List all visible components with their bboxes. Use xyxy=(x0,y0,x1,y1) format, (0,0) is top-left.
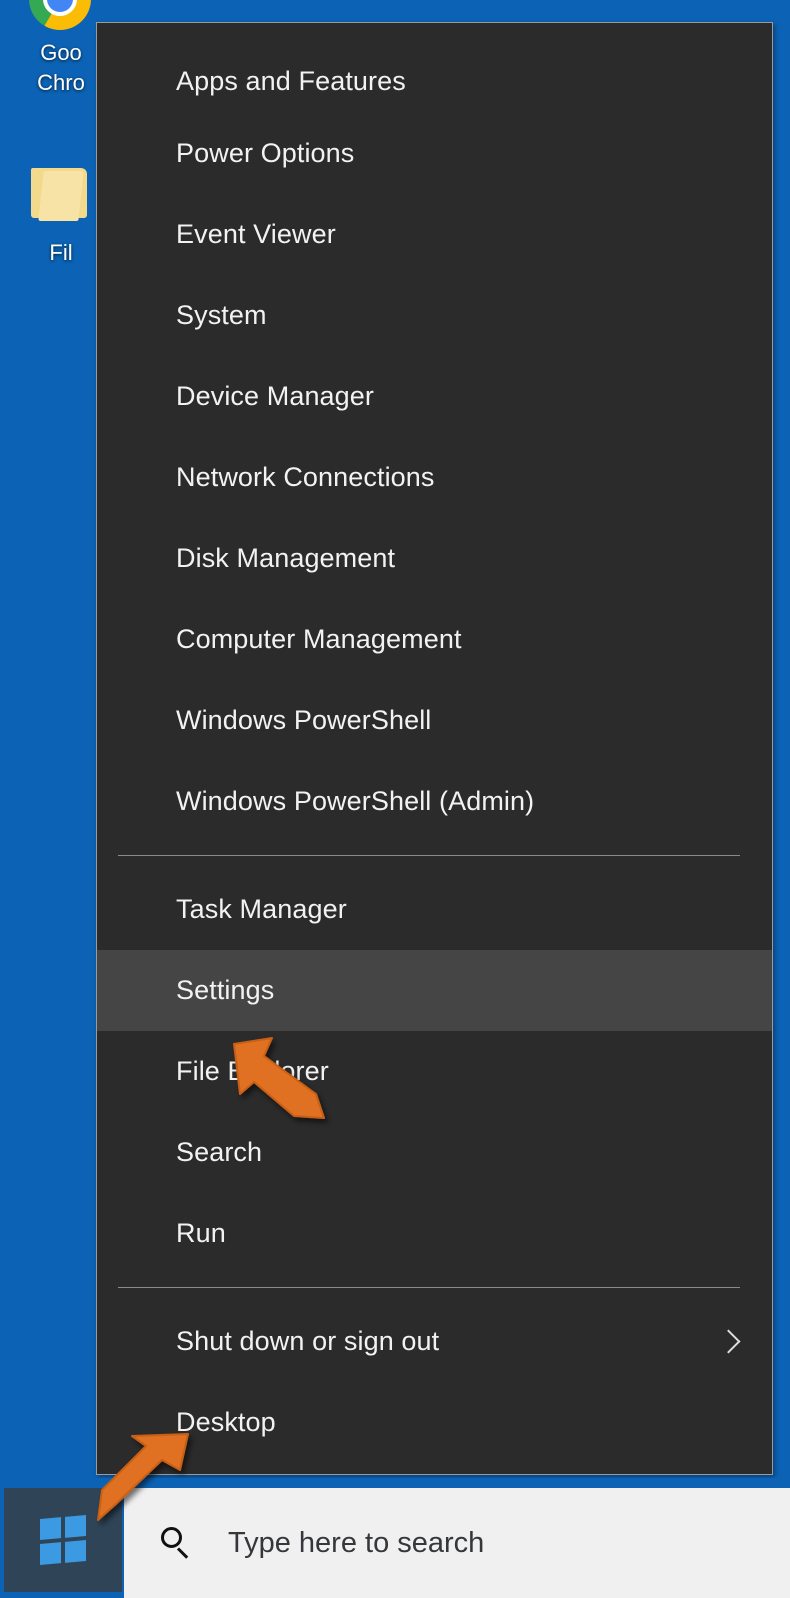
menu-item-task-manager[interactable]: Task Manager xyxy=(97,869,772,950)
menu-item-label: Desktop xyxy=(176,1407,276,1437)
menu-item-windows-powershell[interactable]: Windows PowerShell xyxy=(97,680,772,761)
menu-item-network-connections[interactable]: Network Connections xyxy=(97,437,772,518)
menu-item-label: Run xyxy=(176,1218,226,1248)
search-placeholder-text: Type here to search xyxy=(228,1526,485,1559)
taskbar: Type here to search xyxy=(0,1478,790,1598)
menu-item-label: Settings xyxy=(176,975,275,1005)
windows-logo-icon xyxy=(40,1514,86,1566)
menu-item-desktop[interactable]: Desktop xyxy=(97,1382,772,1463)
menu-separator-1 xyxy=(118,855,740,856)
menu-item-apps-and-features[interactable]: Apps and Features xyxy=(97,23,772,113)
start-button[interactable] xyxy=(4,1488,122,1592)
search-input[interactable]: Type here to search xyxy=(124,1488,790,1598)
menu-group-session: Shut down or sign out Desktop xyxy=(97,1301,772,1463)
menu-item-search[interactable]: Search xyxy=(97,1112,772,1193)
menu-item-label: Search xyxy=(176,1137,263,1167)
menu-item-label: Shut down or sign out xyxy=(176,1326,440,1356)
desktop-left-edge xyxy=(0,0,6,1478)
chevron-right-icon xyxy=(716,1327,742,1357)
search-icon xyxy=(160,1526,194,1560)
chrome-icon xyxy=(29,0,93,32)
menu-item-disk-management[interactable]: Disk Management xyxy=(97,518,772,599)
menu-item-label: System xyxy=(176,300,267,330)
menu-item-file-explorer[interactable]: File Explorer xyxy=(97,1031,772,1112)
menu-item-label: Event Viewer xyxy=(176,219,336,249)
menu-item-label: Windows PowerShell (Admin) xyxy=(176,786,535,816)
menu-item-computer-management[interactable]: Computer Management xyxy=(97,599,772,680)
menu-item-label: Device Manager xyxy=(176,381,374,411)
menu-item-device-manager[interactable]: Device Manager xyxy=(97,356,772,437)
menu-item-label: Power Options xyxy=(176,138,355,168)
screen: Goo Chro Fil Apps and Features Power Opt… xyxy=(0,0,790,1598)
menu-item-run[interactable]: Run xyxy=(97,1193,772,1274)
menu-item-label: File Explorer xyxy=(176,1056,329,1086)
menu-item-label: Apps and Features xyxy=(176,66,406,96)
winx-context-menu[interactable]: Apps and Features Power Options Event Vi… xyxy=(96,22,773,1475)
menu-item-event-viewer[interactable]: Event Viewer xyxy=(97,194,772,275)
menu-item-settings[interactable]: Settings xyxy=(97,950,772,1031)
menu-item-shut-down-or-sign-out[interactable]: Shut down or sign out xyxy=(97,1301,772,1382)
menu-group-system-tools: Apps and Features Power Options Event Vi… xyxy=(97,23,772,842)
menu-item-label: Network Connections xyxy=(176,462,435,492)
menu-item-label: Disk Management xyxy=(176,543,396,573)
menu-separator-2 xyxy=(118,1287,740,1288)
menu-group-shell-tools: Task Manager Settings File Explorer Sear… xyxy=(97,869,772,1274)
menu-item-windows-powershell-admin[interactable]: Windows PowerShell (Admin) xyxy=(97,761,772,842)
menu-item-power-options[interactable]: Power Options xyxy=(97,113,772,194)
menu-item-system[interactable]: System xyxy=(97,275,772,356)
menu-item-label: Windows PowerShell xyxy=(176,705,432,735)
menu-item-label: Task Manager xyxy=(176,894,347,924)
folder-icon xyxy=(29,168,93,232)
menu-item-label: Computer Management xyxy=(176,624,462,654)
